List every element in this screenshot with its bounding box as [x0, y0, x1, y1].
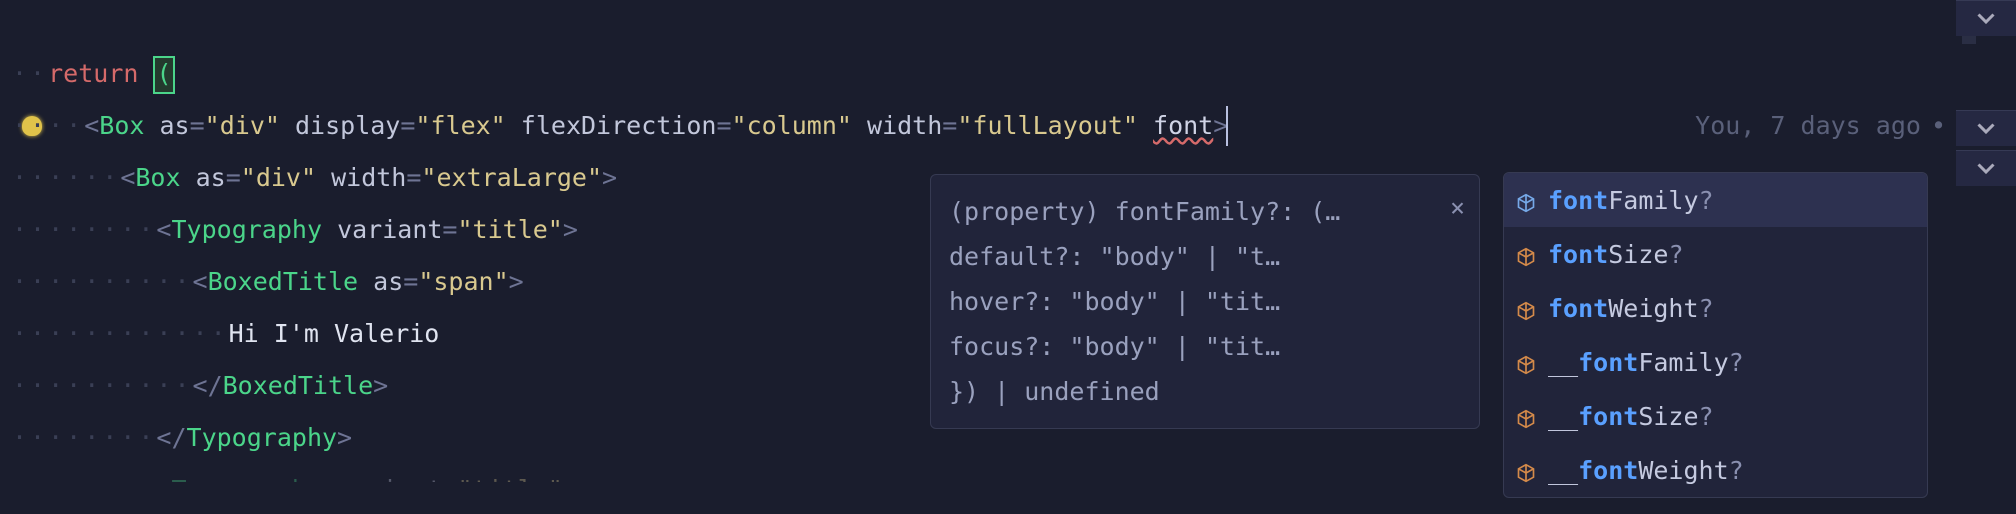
code-editor[interactable]: ··return ( ····<Box as="div" display="fl…: [0, 0, 2016, 514]
code-line-active[interactable]: ····<Box as="div" display="flex" flexDir…: [0, 100, 2016, 152]
overview-fold-button[interactable]: [1956, 0, 2016, 36]
autocomplete-label: fontWeight?: [1548, 294, 1714, 323]
autocomplete-item[interactable]: __fontSize?: [1504, 389, 1927, 443]
overview-fold-button[interactable]: [1956, 110, 2016, 146]
git-blame-annotation: You, 7 days ago•: [1695, 100, 1946, 152]
jsx-tag: Box: [99, 111, 144, 140]
overview-fold-button[interactable]: [1956, 150, 2016, 186]
editor-right-gutter: [1956, 0, 2016, 514]
autocomplete-label: __fontFamily?: [1548, 348, 1744, 377]
keyword-return: return: [48, 59, 138, 88]
autocomplete-label: fontSize?: [1548, 240, 1684, 269]
code-line[interactable]: ··return (: [0, 48, 2016, 100]
autocomplete-item[interactable]: __fontFamily?: [1504, 335, 1927, 389]
autocomplete-item[interactable]: __fontWeight?: [1504, 443, 1927, 497]
signature-line: (property) fontFamily?: (…: [949, 189, 1461, 234]
autocomplete-item[interactable]: fontFamily?: [1504, 173, 1927, 227]
autocomplete-label: __fontSize?: [1548, 402, 1714, 431]
signature-line: hover?: "body" | "tit…: [949, 279, 1461, 324]
autocomplete-label: fontFamily?: [1548, 186, 1714, 215]
property-icon: [1516, 352, 1536, 372]
signature-help-popup: × (property) fontFamily?: (… default?: "…: [930, 174, 1480, 429]
close-icon[interactable]: ×: [1450, 185, 1465, 230]
property-icon: [1516, 406, 1536, 426]
signature-line: default?: "body" | "t…: [949, 234, 1461, 279]
property-icon: [1516, 190, 1536, 210]
property-icon: [1516, 244, 1536, 264]
error-token: font: [1153, 111, 1213, 140]
autocomplete-item[interactable]: fontWeight?: [1504, 281, 1927, 335]
signature-line: focus?: "body" | "tit…: [949, 324, 1461, 369]
whitespace-dots: ··: [12, 59, 48, 88]
matching-bracket-highlight: (: [153, 56, 174, 94]
autocomplete-label: __fontWeight?: [1548, 456, 1744, 485]
autocomplete-item[interactable]: fontSize?: [1504, 227, 1927, 281]
text-cursor: [1226, 106, 1228, 146]
property-icon: [1516, 298, 1536, 318]
whitespace-dots: ····: [12, 111, 84, 140]
jsx-text: Hi I'm Valerio: [229, 319, 440, 348]
property-icon: [1516, 460, 1536, 480]
signature-line: }) | undefined: [949, 369, 1461, 414]
autocomplete-popup[interactable]: fontFamily? fontSize? fontWeight? __fontFam…: [1503, 172, 1928, 498]
